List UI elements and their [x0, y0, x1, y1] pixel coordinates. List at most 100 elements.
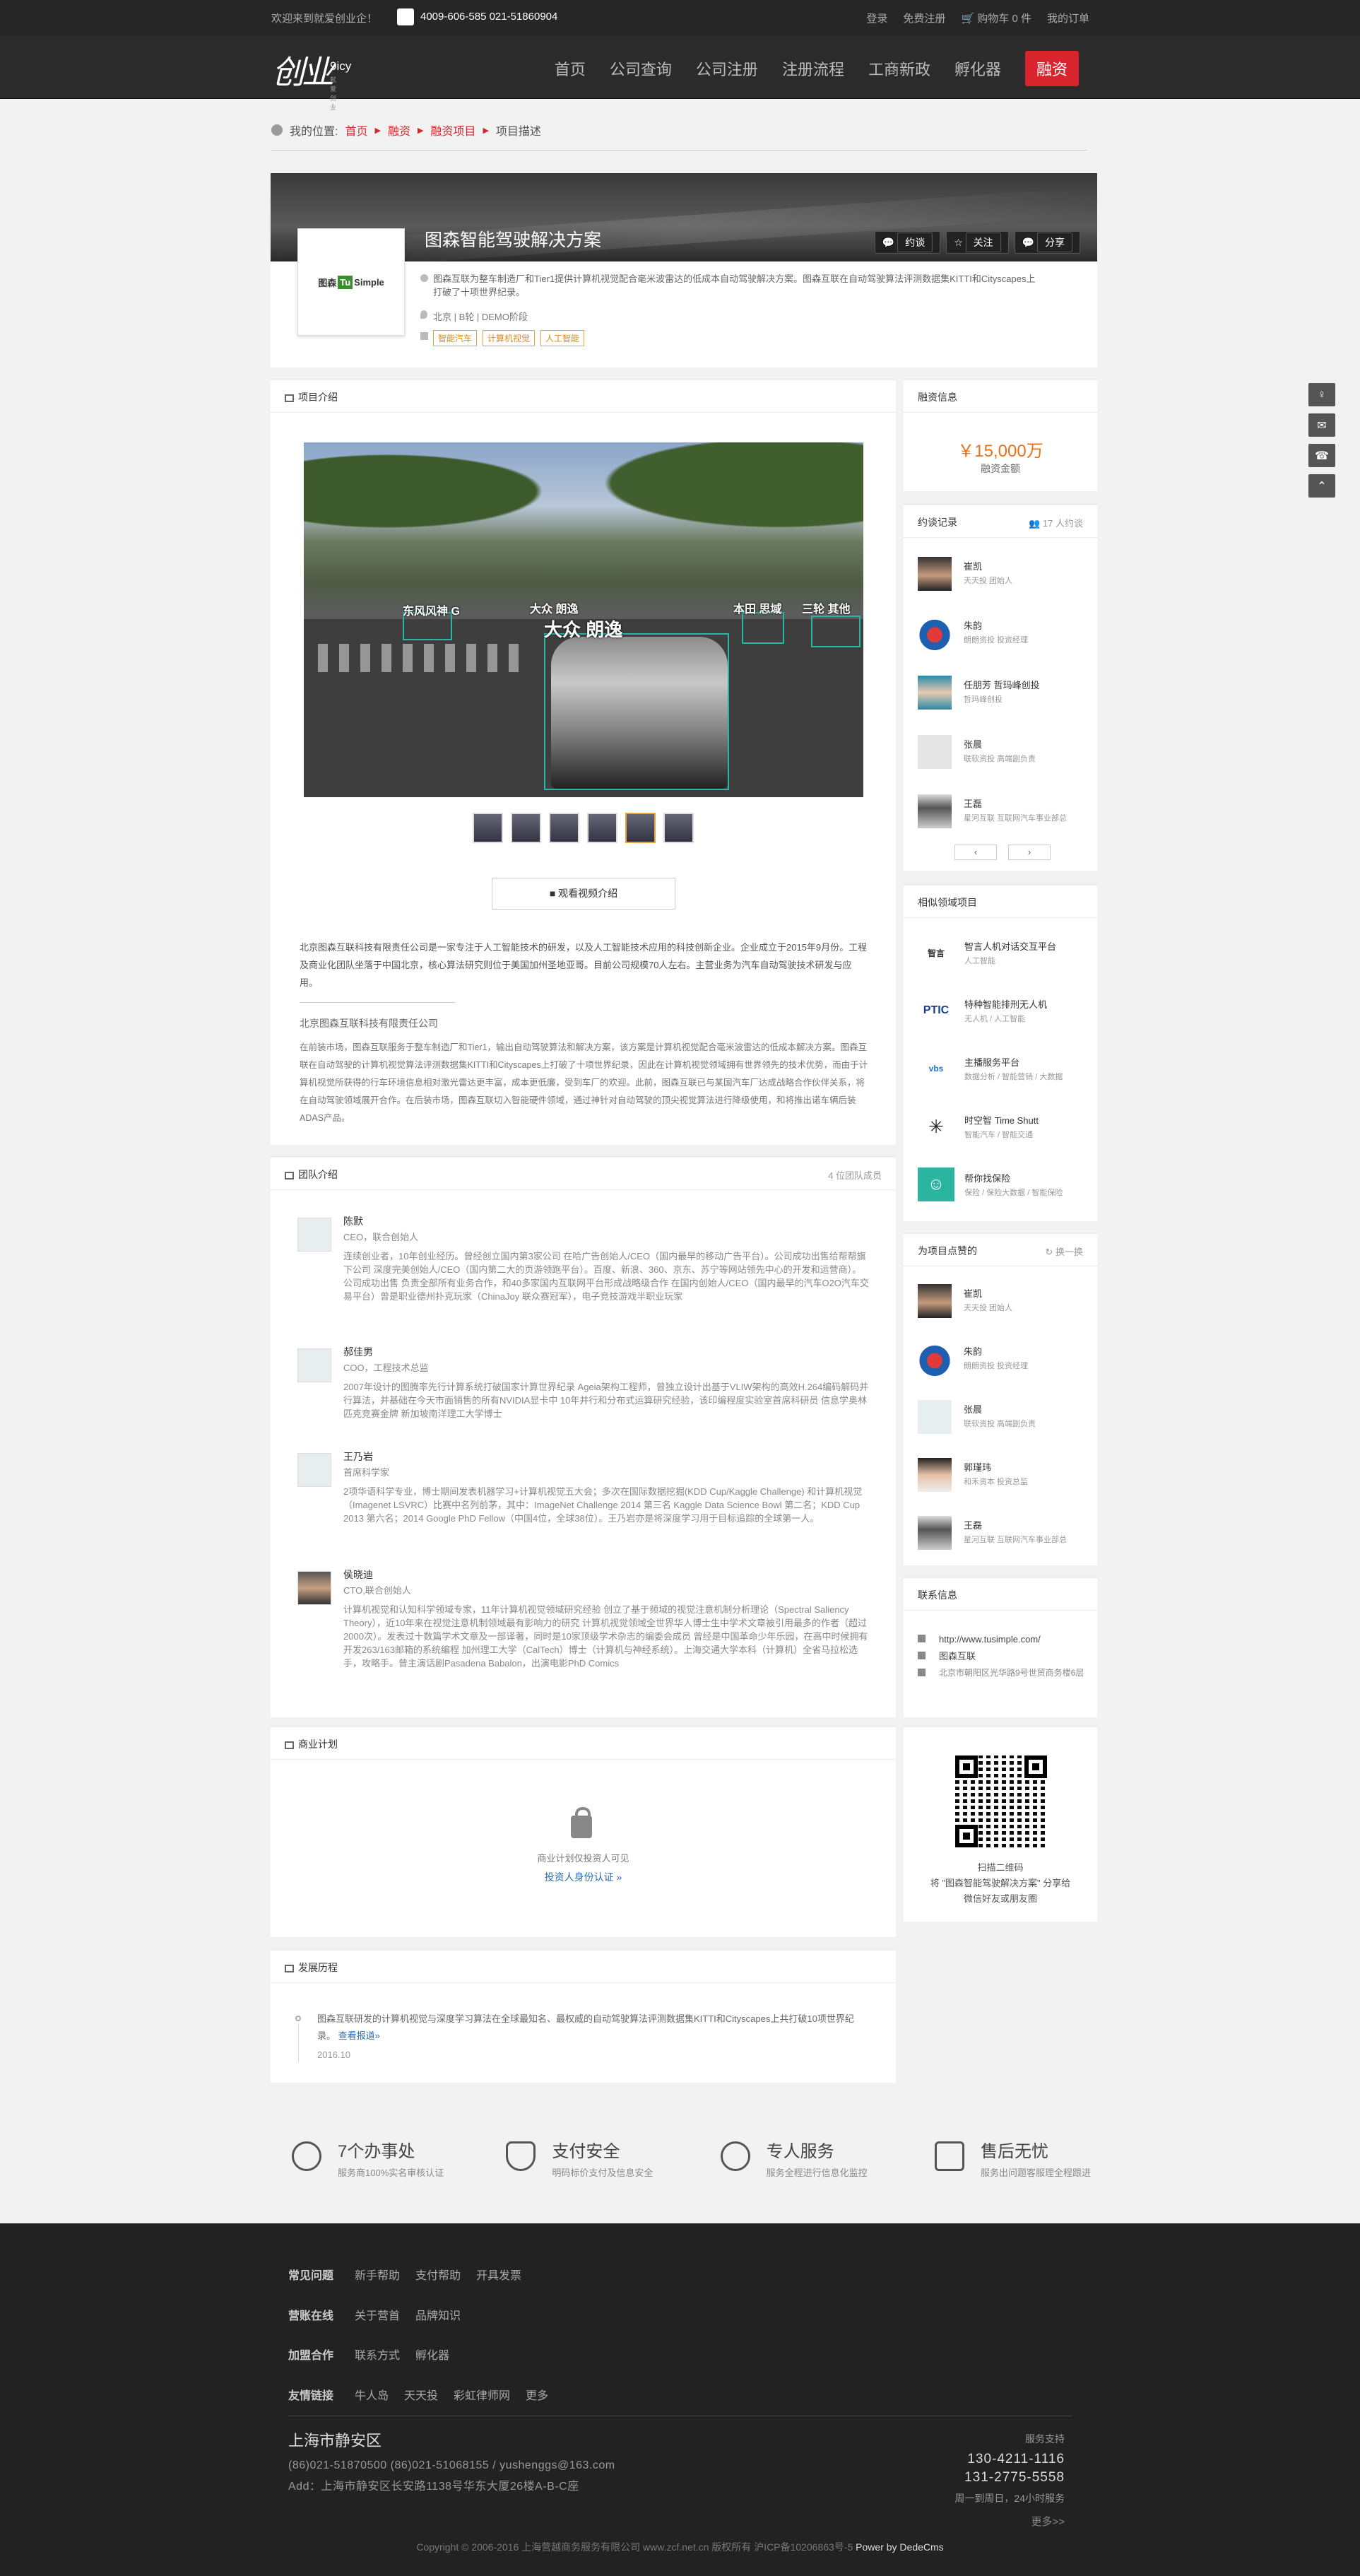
similar-project[interactable]: ☺ 帮你找保险 保险 / 保险大数据 / 智能保险 [918, 1164, 1091, 1206]
appointments-title: 约谈记录 [918, 517, 957, 528]
liker-person[interactable]: 张晨 联软资投 高端副负责 [918, 1396, 1087, 1436]
wechat-icon[interactable]: ✉ [1308, 413, 1335, 437]
investor-verify-link[interactable]: 投资人身份认证 » [271, 1870, 896, 1884]
footer-link[interactable]: 牛人岛 [355, 2386, 389, 2403]
thumbnail[interactable] [587, 813, 617, 843]
orders-link[interactable]: 我的订单 [1047, 11, 1089, 25]
footer-more-link[interactable]: 更多>> [954, 2514, 1065, 2529]
appointment-button[interactable]: 💬 约谈 [874, 231, 941, 254]
thumbnail[interactable] [511, 813, 541, 843]
liker-person[interactable]: 朱韵 朗朗资投 投资经理 [918, 1339, 1087, 1378]
member-role: 首席科学家 [343, 1467, 390, 1478]
tag[interactable]: 人工智能 [540, 330, 585, 346]
phone-icon[interactable]: ☎ [1308, 444, 1335, 467]
thumbnail-active[interactable] [625, 813, 656, 843]
appointment-person[interactable]: 任朋芳 哲玛峰创投 哲玛峰创投 [918, 672, 1087, 712]
video-intro-button[interactable]: ■ 观看视频介绍 [492, 878, 675, 910]
qq-icon[interactable]: ♀ [1308, 383, 1335, 406]
similar-project[interactable]: ✳ 时空智 Time Shutt 智能汽车 / 智能交通 [918, 1106, 1091, 1148]
project-actions: 💬 约谈 ☆ 关注 💬 分享 [874, 231, 1080, 254]
appointments-count-text: 17 人约谈 [1042, 518, 1083, 529]
intro-paragraph: 北京图森互联科技有限责任公司是一家专注于人工智能技术的研发，以及人工智能技术应用… [300, 942, 868, 988]
login-link[interactable]: 登录 [866, 11, 887, 25]
breadcrumb-home[interactable]: 首页 [345, 122, 367, 139]
support-label: 服务支持 [1025, 2433, 1065, 2445]
footer-link[interactable]: 新手帮助 [355, 2266, 400, 2283]
similar-project[interactable]: PTIC 特种智能排刑无人机 无人机 / 人工智能 [918, 990, 1091, 1033]
thumbnail[interactable] [473, 813, 503, 843]
footer-row-head: 常见问题 [288, 2270, 334, 2282]
nav-company-search[interactable]: 公司查询 [610, 57, 672, 80]
member-avatar [297, 1571, 331, 1605]
nav-financing[interactable]: 融资 [1024, 51, 1079, 86]
back-to-top-icon[interactable]: ⌃ [1308, 474, 1335, 498]
person-role: 星河互联 互联网汽车事业部总 [964, 1536, 1068, 1544]
breadcrumb-sep-icon: ▶ [374, 126, 381, 135]
contact-panel: 联系信息 http://www.tusimple.com/ 图森互联 北京市朝阳… [904, 1576, 1097, 1717]
footer-link[interactable]: 品牌知识 [415, 2306, 461, 2323]
footer-link[interactable]: 孵化器 [415, 2346, 449, 2363]
nav-company-register[interactable]: 公司注册 [696, 57, 758, 80]
cart-link[interactable]: 🛒 购物车 0 件 [961, 11, 1031, 25]
likes-title: 为项目点赞的 [918, 1245, 977, 1257]
guarantee-title: 专人服务 [766, 2142, 834, 2161]
liker-person[interactable]: 崔凯 天天投 团始人 [918, 1281, 1087, 1320]
project-logo-icon: vbs [928, 1064, 944, 1074]
similar-project[interactable]: vbs 主播服务平台 数据分析 / 智能营销 / 大数据 [918, 1048, 1091, 1090]
footer-link[interactable]: 更多 [526, 2386, 548, 2403]
guarantee-sub: 服务全程进行信息化监控 [766, 2168, 868, 2178]
thumbnail[interactable] [663, 813, 694, 843]
plan-title: 商业计划 [298, 1739, 338, 1750]
footer-link[interactable]: 天天投 [404, 2386, 438, 2403]
appointment-person[interactable]: 张晨 联软资投 高端副负责 [918, 731, 1087, 771]
timeline-dot [295, 2016, 301, 2021]
similar-project[interactable]: 智言 智言人机对话交互平台 人工智能 [918, 932, 1091, 975]
breadcrumb-divider [271, 150, 1087, 151]
member-name: 侯晓迪 [343, 1569, 373, 1580]
footer-link[interactable]: 关于营首 [355, 2306, 400, 2323]
nav-register-process[interactable]: 注册流程 [782, 57, 844, 80]
timeline-date: 2016.10 [317, 2049, 350, 2060]
site-logo[interactable]: 创业 9icy 就爱创业 [272, 47, 351, 111]
appointment-person[interactable]: 崔凯 天天投 团始人 [918, 553, 1087, 593]
report-link[interactable]: 查看报道» [338, 2030, 380, 2041]
person-role: 天天投 团始人 [964, 577, 1013, 585]
footer-link[interactable]: 彩虹律师网 [454, 2386, 510, 2403]
support-phone: 131-2775-5558 [964, 2470, 1065, 2485]
footer-row: 友情链接 牛人岛 天天投 彩虹律师网 更多 [288, 2386, 548, 2403]
refresh-button[interactable]: ↻ 换一换 [1045, 1245, 1083, 1258]
project-logo-icon: ✳ [928, 1115, 944, 1137]
breadcrumb-financing[interactable]: 融资 [388, 122, 410, 139]
guarantee-title: 支付安全 [552, 2142, 620, 2161]
footer-link[interactable]: 联系方式 [355, 2346, 400, 2363]
person-name: 张晨 [964, 739, 983, 750]
footer-link[interactable]: 开具发票 [476, 2266, 521, 2283]
appointment-person[interactable]: 王磊 星河互联 互联网汽车事业部总 [918, 791, 1087, 830]
logo-text: 9icy [330, 59, 352, 73]
footer-phones: (86)021-51870500 (86)021-51068155 / yush… [288, 2459, 615, 2471]
person-name: 郭瑾玮 [964, 1462, 992, 1473]
share-button[interactable]: 💬 分享 [1014, 231, 1080, 254]
thumbnail[interactable] [549, 813, 579, 843]
member-role: COO，工程技术总监 [343, 1363, 429, 1373]
follow-button[interactable]: ☆ 关注 [946, 231, 1009, 254]
breadcrumb-projects[interactable]: 融资项目 [430, 122, 475, 139]
tag[interactable]: 智能汽车 [433, 330, 478, 346]
prev-page-button[interactable]: ‹ [954, 845, 997, 860]
register-link[interactable]: 免费注册 [903, 11, 945, 25]
nav-home[interactable]: 首页 [555, 57, 586, 80]
liker-person[interactable]: 郭瑾玮 和禾资本 投资总监 [918, 1454, 1087, 1494]
person-avatar [918, 1458, 952, 1492]
footer-row-head: 加盟合作 [288, 2350, 334, 2362]
project-logo-icon: PTIC [923, 1004, 950, 1016]
team-header: 团队介绍 4 位团队成员 [271, 1158, 896, 1190]
powered-by-link[interactable]: Power by DedeCms [856, 2541, 944, 2553]
nav-policy[interactable]: 工商新政 [868, 57, 930, 80]
next-page-button[interactable]: › [1008, 845, 1051, 860]
nav-incubator[interactable]: 孵化器 [954, 57, 1001, 80]
appointment-person[interactable]: 朱韵 朗朗资投 投资经理 [918, 613, 1087, 652]
tag[interactable]: 计算机视觉 [483, 330, 536, 346]
liker-person[interactable]: 王磊 星河互联 互联网汽车事业部总 [918, 1512, 1087, 1552]
appointments-pager: ‹ › [954, 845, 1051, 860]
footer-link[interactable]: 支付帮助 [415, 2266, 461, 2283]
